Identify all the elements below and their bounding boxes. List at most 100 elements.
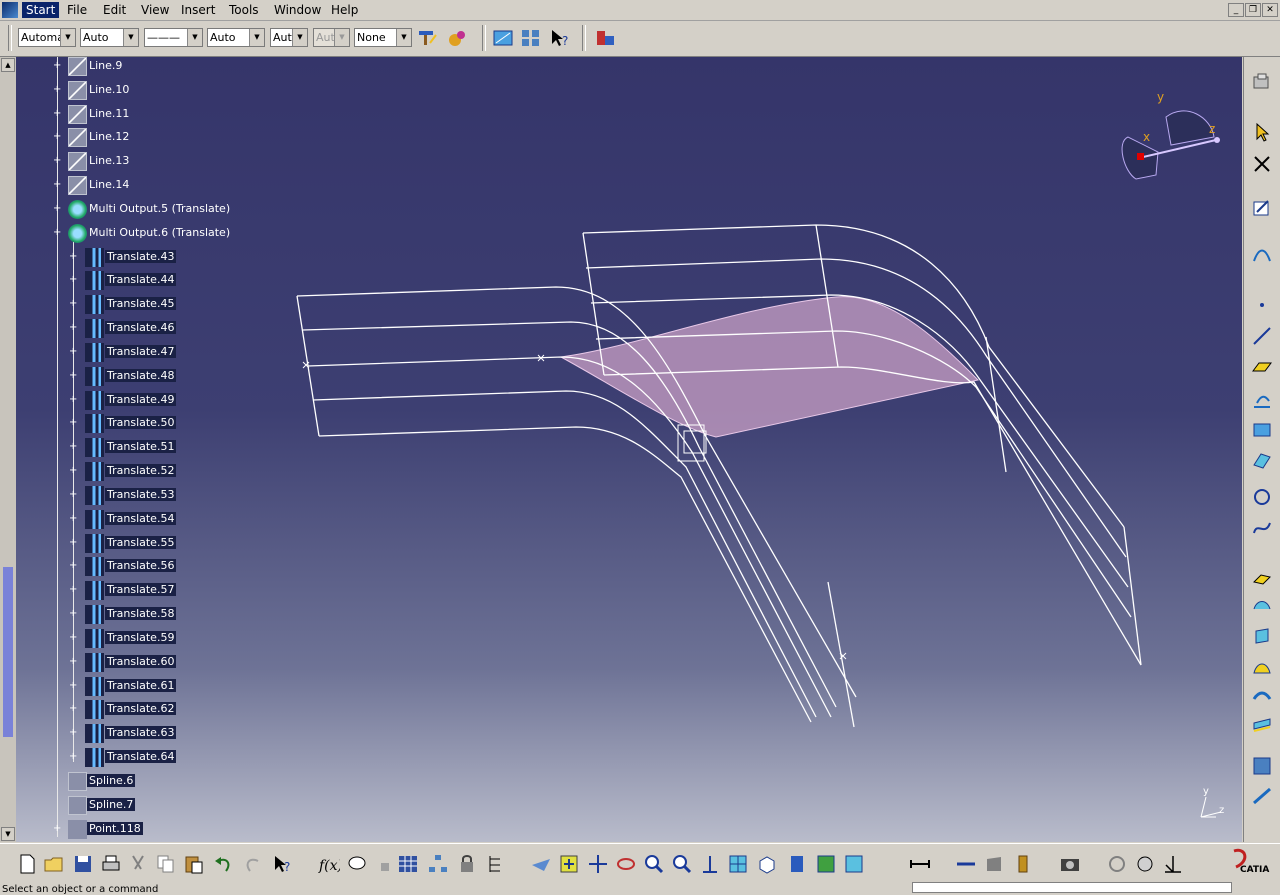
zoom-in-icon[interactable]: [643, 853, 665, 875]
chevron-down-icon[interactable]: ▼: [123, 29, 138, 46]
tree-node-label[interactable]: Translate.59: [105, 630, 177, 644]
tree-expander-icon[interactable]: +: [69, 442, 78, 452]
spline-icon[interactable]: [1251, 517, 1273, 539]
chevron-down-icon[interactable]: ▼: [60, 29, 75, 46]
tree-node[interactable]: + Multi Output.6 (Translate): [16, 223, 316, 244]
menu-edit[interactable]: Edit: [99, 2, 130, 18]
tree-node-label[interactable]: Line.9: [87, 59, 124, 72]
tree-node-label[interactable]: Translate.50: [105, 416, 177, 430]
tree-node-label[interactable]: Line.12: [87, 130, 131, 143]
design-table-icon[interactable]: [397, 853, 419, 875]
tree-node-label[interactable]: Translate.60: [105, 654, 177, 668]
catia-app-icon[interactable]: [2, 2, 18, 18]
scroll-down-icon[interactable]: ▼: [1, 827, 15, 841]
tree-expander-icon[interactable]: +: [53, 132, 62, 142]
menu-view[interactable]: View: [137, 2, 173, 18]
tree-node-label[interactable]: Translate.62: [105, 702, 177, 716]
undo-icon[interactable]: [212, 853, 234, 875]
tree-node[interactable]: + Translate.57: [16, 581, 316, 601]
tree-expander-icon[interactable]: +: [69, 728, 78, 738]
menu-insert[interactable]: Insert: [177, 2, 219, 18]
tree-node[interactable]: + Translate.47: [16, 342, 316, 363]
tree-expander-icon[interactable]: +: [69, 489, 78, 499]
sweep-icon[interactable]: [1251, 625, 1273, 647]
tree-node-label[interactable]: Line.13: [87, 154, 131, 167]
sketcher-icon[interactable]: [1251, 197, 1273, 219]
hybrid-design-icon[interactable]: [492, 27, 514, 49]
tree-expander-icon[interactable]: [53, 800, 62, 809]
new-file-icon[interactable]: [16, 853, 38, 875]
tree-node-label[interactable]: Line.14: [87, 178, 131, 191]
minimize-icon[interactable]: _: [1228, 3, 1244, 17]
extract-icon[interactable]: [1251, 449, 1273, 471]
tree-node-label[interactable]: Translate.64: [105, 750, 177, 764]
tree-node-label[interactable]: Translate.56: [105, 559, 177, 573]
tree-expander-icon[interactable]: +: [53, 823, 62, 833]
rotate-icon[interactable]: [615, 853, 637, 875]
copy-icon[interactable]: [155, 853, 177, 875]
tree-scrollbar[interactable]: ▲ ▼: [0, 57, 16, 842]
tree-node[interactable]: + Translate.61: [16, 676, 316, 697]
color-combo[interactable]: Automa ▼: [18, 28, 76, 47]
tree-node-label[interactable]: Translate.57: [105, 583, 177, 597]
tree-node-label[interactable]: Translate.55: [105, 535, 177, 549]
tree-node-label[interactable]: Spline.6: [87, 773, 136, 787]
restore-icon[interactable]: ❐: [1245, 3, 1261, 17]
table-icon[interactable]: [1251, 755, 1273, 777]
menu-file[interactable]: File: [63, 2, 91, 18]
chevron-down-icon[interactable]: ▼: [187, 29, 202, 46]
compass-widget[interactable]: y x z: [1121, 90, 1220, 180]
tree-node-label[interactable]: Translate.54: [105, 511, 177, 525]
tree-node[interactable]: + Translate.53: [16, 485, 316, 506]
tree-node[interactable]: + Translate.59: [16, 628, 316, 649]
capture-icon[interactable]: [1059, 853, 1081, 875]
tree-expander-icon[interactable]: +: [69, 585, 78, 595]
tree-expander-icon[interactable]: +: [53, 61, 62, 71]
point-icon[interactable]: [1251, 294, 1273, 316]
tree-node-label[interactable]: Line.10: [87, 83, 131, 96]
tree-node[interactable]: + Translate.64: [16, 748, 316, 768]
tree-expander-icon[interactable]: +: [69, 513, 78, 523]
extrude-icon[interactable]: [1251, 565, 1273, 587]
catalog-browser-icon[interactable]: [520, 27, 542, 49]
chevron-down-icon[interactable]: ▼: [396, 29, 411, 46]
tree-node-label[interactable]: Multi Output.5 (Translate): [87, 202, 232, 215]
measure-between-icon[interactable]: [909, 853, 931, 875]
tree-node[interactable]: Spline.6: [16, 771, 316, 792]
3d-viewport[interactable]: y x z y z + Line.9 + Line.10 + Line.11 + Line.1…: [16, 57, 1242, 842]
open-folder-icon[interactable]: [43, 853, 65, 875]
tree-node-label[interactable]: Translate.52: [105, 464, 177, 478]
tree-node-label[interactable]: Translate.43: [105, 249, 177, 263]
fill-icon[interactable]: [1251, 655, 1273, 677]
tree-expander-icon[interactable]: +: [53, 227, 62, 237]
tree-node[interactable]: + Translate.55: [16, 533, 316, 554]
tree-node[interactable]: + Line.10: [16, 80, 316, 101]
tree-node[interactable]: + Translate.56: [16, 557, 316, 577]
menu-tools[interactable]: Tools: [225, 2, 263, 18]
measure-item-icon[interactable]: [955, 853, 977, 875]
cut-icon[interactable]: [127, 853, 149, 875]
tree-expander-icon[interactable]: +: [69, 632, 78, 642]
transparency-combo[interactable]: Auto ▼: [80, 28, 139, 47]
tree-node-label[interactable]: Translate.58: [105, 607, 177, 621]
tree-expander-icon[interactable]: +: [69, 704, 78, 714]
formula-icon[interactable]: f(x): [318, 853, 343, 875]
save-icon[interactable]: [72, 853, 94, 875]
tree-expander-icon[interactable]: +: [69, 370, 78, 380]
multi-section-surface-icon[interactable]: [1251, 685, 1273, 707]
tree-expander-icon[interactable]: +: [69, 609, 78, 619]
line-icon[interactable]: [1251, 325, 1273, 347]
knowledge-advisor-icon[interactable]: [346, 853, 368, 875]
multi-view-icon[interactable]: [727, 853, 749, 875]
print-icon[interactable]: [100, 853, 122, 875]
apply-material-icon[interactable]: [1012, 853, 1034, 875]
fly-mode-icon[interactable]: [530, 853, 552, 875]
tree-node[interactable]: + Translate.58: [16, 605, 316, 625]
tree-expander-icon[interactable]: +: [53, 108, 62, 118]
tree-node-label[interactable]: Translate.51: [105, 440, 177, 454]
tree-node-label[interactable]: Translate.49: [105, 392, 177, 406]
tree-expander-icon[interactable]: +: [69, 561, 78, 571]
menu-help[interactable]: Help: [327, 2, 362, 18]
tree-expander-icon[interactable]: +: [69, 275, 78, 285]
part-design-icon[interactable]: [1251, 71, 1273, 93]
